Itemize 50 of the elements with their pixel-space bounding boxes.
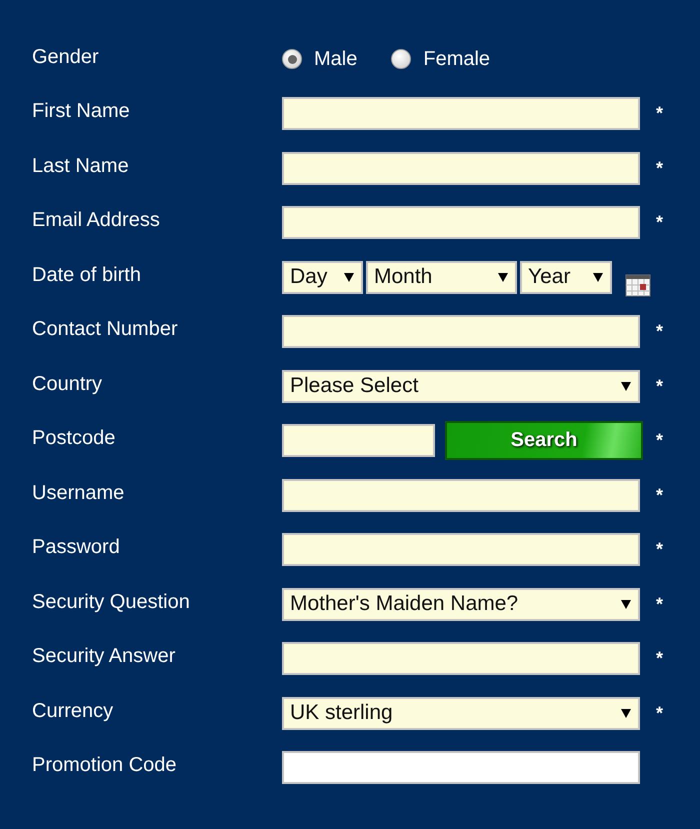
required-asterisk: *: [656, 594, 664, 614]
field-label: Last Name: [32, 154, 130, 178]
required-asterisk: *: [656, 484, 664, 505]
dropdown-select[interactable]: Day: [282, 260, 363, 294]
field-label: Email Address: [32, 209, 161, 232]
radio-label: Male: [314, 48, 358, 71]
field-label: Password: [32, 536, 121, 560]
dropdown-caret-icon: [620, 598, 632, 610]
dropdown-caret-icon: [620, 707, 632, 720]
required-asterisk: *: [656, 158, 664, 178]
radio-label: Female: [423, 48, 490, 71]
field-label: Gender: [32, 46, 100, 69]
required-asterisk: *: [656, 212, 664, 232]
text-field[interactable]: [282, 751, 640, 784]
dropdown-caret-icon: [620, 380, 632, 392]
dropdown-caret-icon: [592, 271, 604, 284]
radio-button[interactable]: [282, 49, 302, 70]
text-field[interactable]: [282, 315, 640, 348]
dropdown-select[interactable]: Year: [520, 260, 612, 294]
text-field[interactable]: [282, 97, 640, 130]
required-asterisk: *: [656, 430, 664, 450]
field-label: Date of birth: [32, 264, 142, 287]
field-label: First Name: [32, 100, 131, 124]
required-asterisk: *: [656, 376, 664, 396]
field-label: Username: [32, 482, 126, 505]
field-label: Security Question: [32, 590, 191, 614]
dropdown-select[interactable]: Please Select: [282, 370, 640, 403]
dropdown-select[interactable]: Month: [366, 260, 517, 294]
text-field[interactable]: [282, 478, 640, 512]
field-label: Promotion Code: [32, 754, 178, 778]
required-asterisk: *: [656, 702, 664, 723]
dropdown-select[interactable]: Mother's Maiden Name?: [282, 588, 640, 621]
text-field[interactable]: [282, 533, 640, 566]
required-asterisk: *: [656, 103, 664, 124]
text-field[interactable]: [282, 152, 640, 185]
radio-button[interactable]: [391, 49, 412, 70]
dropdown-caret-icon: [343, 271, 355, 284]
dropdown-caret-icon: [497, 271, 509, 284]
text-field[interactable]: [282, 206, 640, 240]
field-label: Security Answer: [32, 645, 176, 668]
text-field[interactable]: [282, 424, 435, 458]
required-asterisk: *: [656, 321, 664, 342]
text-field[interactable]: [282, 642, 640, 676]
field-label: Postcode: [32, 427, 116, 450]
required-asterisk: *: [656, 539, 664, 560]
dropdown-select[interactable]: UK sterling: [282, 696, 640, 730]
field-label: Currency: [32, 700, 114, 723]
required-asterisk: *: [656, 648, 664, 668]
field-label: Contact Number: [32, 318, 179, 342]
field-label: Country: [32, 372, 104, 396]
